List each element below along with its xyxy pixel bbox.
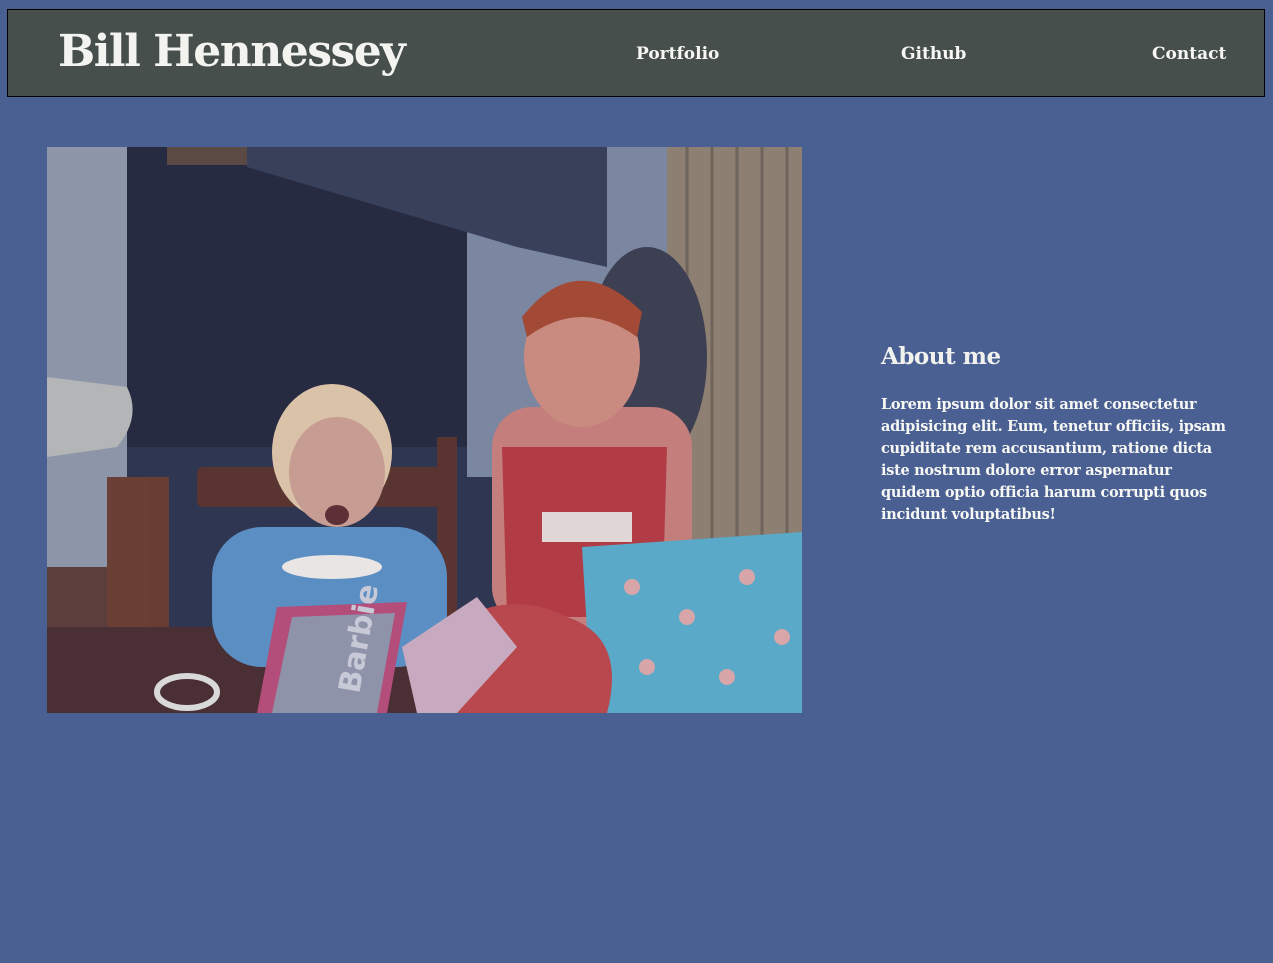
nav-link-github[interactable]: Github — [901, 43, 966, 65]
site-header: Bill Hennessey Portfolio Github Contact — [7, 9, 1265, 97]
about-section: About me Lorem ipsum dolor sit amet cons… — [881, 340, 1226, 526]
nav-link-contact[interactable]: Contact — [1152, 43, 1226, 65]
childhood-photo: Barbie — [47, 147, 802, 713]
about-title: About me — [881, 343, 1001, 370]
nav-link-portfolio[interactable]: Portfolio — [636, 43, 719, 65]
about-paragraph: Lorem ipsum dolor sit amet consectetur a… — [881, 396, 1226, 523]
photo-illustration: Barbie — [47, 147, 802, 713]
site-title[interactable]: Bill Hennessey — [58, 26, 406, 78]
